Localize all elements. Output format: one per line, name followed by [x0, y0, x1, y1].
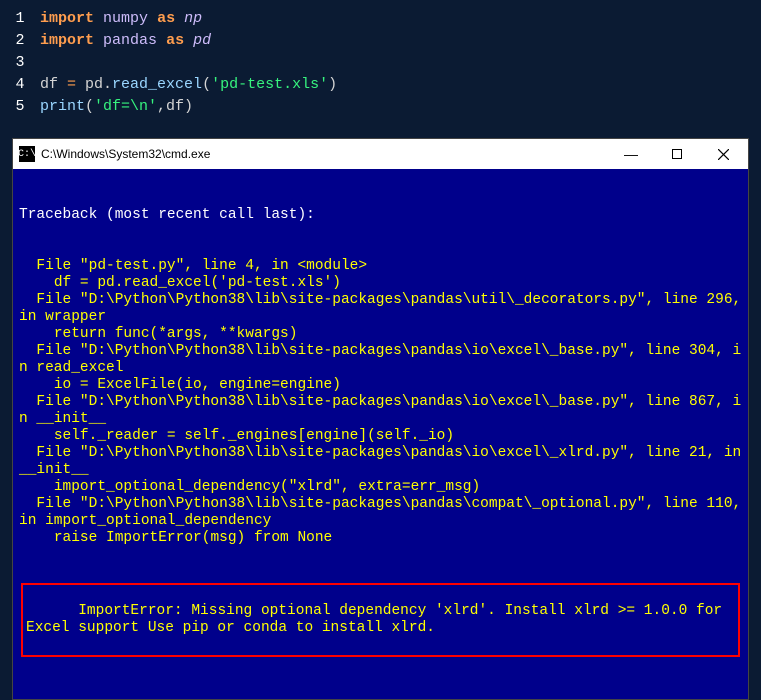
traceback-body: File "pd-test.py", line 4, in <module> d… [19, 258, 742, 547]
maximize-button[interactable] [654, 139, 700, 169]
line-number: 2 [0, 30, 40, 52]
titlebar[interactable]: C:\ C:\Windows\System32\cmd.exe — [13, 139, 748, 169]
code-content: print('df=\n',df) [40, 96, 193, 118]
line-number: 1 [0, 8, 40, 30]
minimize-button[interactable]: — [608, 139, 654, 169]
line-number: 3 [0, 52, 40, 74]
line-number: 5 [0, 96, 40, 118]
line-number: 4 [0, 74, 40, 96]
editor-line[interactable]: 5print('df=\n',df) [0, 96, 761, 118]
cmd-icon: C:\ [19, 146, 35, 162]
cmd-window: C:\ C:\Windows\System32\cmd.exe — Traceb… [12, 138, 749, 700]
code-content: df = pd.read_excel('pd-test.xls') [40, 74, 337, 96]
code-content: import pandas as pd [40, 30, 211, 52]
close-button[interactable] [700, 139, 746, 169]
editor-line[interactable]: 2import pandas as pd [0, 30, 761, 52]
editor-line[interactable]: 3 [0, 52, 761, 74]
error-highlight-box: ImportError: Missing optional dependency… [21, 583, 740, 657]
editor-line[interactable]: 4df = pd.read_excel('pd-test.xls') [0, 74, 761, 96]
traceback-header: Traceback (most recent call last): [19, 207, 742, 224]
code-content: import numpy as np [40, 8, 202, 30]
window-title: C:\Windows\System32\cmd.exe [41, 147, 608, 161]
editor-line[interactable]: 1import numpy as np [0, 8, 761, 30]
code-editor[interactable]: 1import numpy as np2import pandas as pd3… [0, 0, 761, 130]
terminal-output[interactable]: Traceback (most recent call last): File … [13, 169, 748, 699]
import-error-text: ImportError: Missing optional dependency… [26, 603, 731, 636]
square-icon [672, 149, 682, 159]
close-icon [718, 149, 729, 160]
